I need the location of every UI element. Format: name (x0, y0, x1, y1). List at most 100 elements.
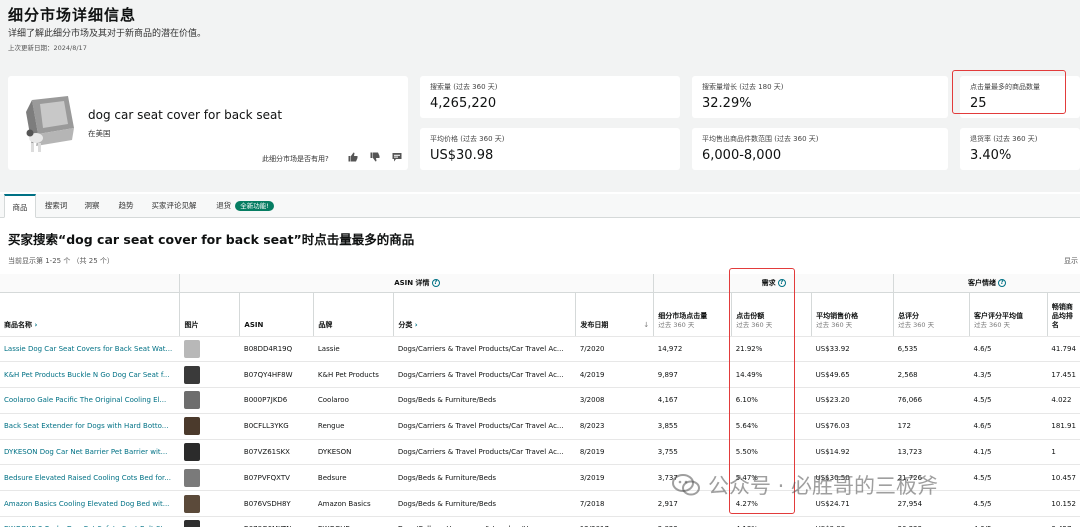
avg-rating-cell: 4.5/5 (969, 490, 1048, 518)
last-updated: 上次更新日期：2024/8/17 (8, 44, 87, 52)
tab-review-insights[interactable]: 买家评论见解 (144, 194, 204, 218)
col-label: 分类 (398, 320, 413, 329)
launch-date-cell: 4/2019 (575, 361, 654, 389)
col-avg-price[interactable]: 平均销售价格 过去 360 天 (811, 292, 894, 337)
metric-value: 25 (970, 96, 987, 111)
col-total-reviews[interactable]: 总评分 过去 360 天 (893, 292, 970, 337)
col-click-share[interactable]: 点击份额 过去 360 天 (731, 292, 812, 337)
table-row[interactable]: Bedsure Elevated Raised Cooling Cots Bed… (0, 464, 1080, 492)
feedback-question: 此细分市场是否有用? (262, 155, 329, 163)
products-table: ASIN 详情? 需求? 客户情绪? 商品名称 › 图片 ASIN 品牌 分类 … (0, 274, 1080, 527)
metric-label: 平均售出商品件数范围 (过去 360 天) (702, 135, 819, 143)
tab-insights[interactable]: 洞察 (76, 194, 108, 218)
click-share-cell: 6.10% (731, 387, 812, 414)
tab-search-terms[interactable]: 搜索词 (38, 194, 74, 218)
col-bsr[interactable]: 畅销商品均排名 (1046, 292, 1080, 337)
product-name-cell[interactable]: BWOGUE 2 Packs Dog Cat Safety Seat Belt … (0, 516, 180, 527)
asin-cell: B0CFLL3YKG (239, 413, 314, 440)
avg-rating-cell: 4.6/5 (969, 516, 1048, 527)
col-avg-rating[interactable]: 客户评分平均值 过去 360 天 (968, 292, 1048, 337)
avg-rating-cell: 4.5/5 (969, 387, 1048, 414)
niche-clicks-cell: 3,755 (653, 439, 732, 466)
col-label: 平均销售价格 (816, 311, 859, 320)
product-thumbnail (183, 365, 200, 384)
col-label: 品牌 (318, 320, 333, 329)
avg-rating-cell: 4.6/5 (969, 336, 1048, 363)
bsr-cell: 181.91 (1047, 413, 1080, 440)
page-description: 详细了解此细分市场及其对于新商品的潜在价值。 (8, 29, 207, 39)
tab-label: 买家评论见解 (151, 201, 197, 210)
product-name-cell[interactable]: Coolaroo Gale Pacific The Original Cooli… (0, 387, 180, 414)
launch-date-cell: 12/2017 (575, 516, 654, 527)
asin-cell: B078G6MKTN (239, 516, 314, 527)
group-label: ASIN 详情 (394, 278, 430, 287)
asin-cell: B08DD4R19Q (239, 336, 314, 363)
tab-label: 退货 (216, 201, 232, 210)
product-image-cell (179, 361, 240, 389)
col-period: 过去 360 天 (816, 320, 853, 329)
product-thumbnail (183, 494, 200, 513)
bsr-cell: 10.457 (1047, 464, 1080, 492)
product-name-cell[interactable]: Bedsure Elevated Raised Cooling Cots Bed… (0, 464, 180, 492)
tab-returns[interactable]: 退货 全新功能! (206, 194, 284, 218)
table-row[interactable]: Lassie Dog Car Seat Covers for Back Seat… (0, 336, 1080, 363)
col-launch-date[interactable]: 发布日期 ↓ (575, 292, 654, 337)
asin-cell: B07PVFQXTV (239, 464, 314, 492)
asin-cell: B076VSDH8Y (239, 490, 314, 518)
tab-products[interactable]: 商品 (4, 194, 36, 218)
launch-date-cell: 3/2019 (575, 464, 654, 492)
product-thumbnail (183, 443, 200, 462)
section-title: 买家搜索“dog car seat cover for back seat”时点… (8, 232, 415, 247)
product-region: 在美国 (88, 129, 111, 138)
niche-clicks-cell: 3,737 (653, 464, 732, 492)
product-name-cell[interactable]: Amazon Basics Cooling Elevated Dog Bed w… (0, 490, 180, 518)
bsr-cell: 3.457 (1047, 516, 1080, 527)
niche-clicks-cell: 3,855 (653, 413, 732, 440)
product-thumbnail (183, 391, 200, 410)
col-product-name[interactable]: 商品名称 › (0, 292, 180, 337)
click-share-cell: 5.47% (731, 464, 812, 492)
table-row[interactable]: BWOGUE 2 Packs Dog Cat Safety Seat Belt … (0, 516, 1080, 527)
col-category[interactable]: 分类 › (393, 292, 576, 337)
products-table-body: Lassie Dog Car Seat Covers for Back Seat… (0, 336, 1080, 527)
product-image-cell (179, 490, 240, 518)
metric-value: 32.29% (702, 96, 752, 111)
product-name-cell[interactable]: DYKESON Dog Car Net Barrier Pet Barrier … (0, 439, 180, 466)
product-name-cell[interactable]: Back Seat Extender for Dogs with Hard Bo… (0, 413, 180, 440)
table-row[interactable]: DYKESON Dog Car Net Barrier Pet Barrier … (0, 439, 1080, 466)
metric-search-growth: 搜索量增长 (过去 180 天) 32.29% (692, 76, 948, 118)
col-label: 商品名称 (4, 320, 32, 329)
comment-icon[interactable] (392, 152, 402, 162)
thumbs-up-icon[interactable] (348, 152, 358, 162)
metric-top-clicked-count: 点击量最多的商品数量 25 (960, 76, 1080, 118)
metric-label: 平均价格 (过去 360 天) (430, 135, 505, 143)
product-name-cell[interactable]: K&H Pet Products Buckle N Go Dog Car Sea… (0, 361, 180, 389)
total-reviews-cell: 13,723 (893, 439, 970, 466)
table-row[interactable]: Amazon Basics Cooling Elevated Dog Bed w… (0, 490, 1080, 518)
table-row[interactable]: K&H Pet Products Buckle N Go Dog Car Sea… (0, 361, 1080, 389)
table-row[interactable]: Coolaroo Gale Pacific The Original Cooli… (0, 387, 1080, 414)
info-icon[interactable]: ? (777, 278, 786, 287)
category-cell: Dogs/Carriers & Travel Products/Car Trav… (393, 336, 576, 363)
col-niche-clicks[interactable]: 细分市场点击量 过去 360 天 (653, 292, 732, 337)
table-row[interactable]: Back Seat Extender for Dogs with Hard Bo… (0, 413, 1080, 440)
metric-label: 搜索量 (过去 360 天) (430, 83, 498, 91)
info-icon[interactable]: ? (431, 278, 440, 287)
metric-label: 搜索量增长 (过去 180 天) (702, 83, 784, 91)
col-brand: 品牌 (313, 292, 394, 337)
chevron-right-icon: › (34, 320, 38, 329)
info-icon[interactable]: ? (998, 278, 1007, 287)
results-count: 当前显示第 1-25 个 （共 25 个） (8, 257, 114, 265)
category-cell: Dogs/Beds & Furniture/Beds (393, 387, 576, 414)
thumbs-down-icon[interactable] (370, 152, 380, 162)
total-reviews-cell: 172 (893, 413, 970, 440)
product-thumbnail (183, 339, 200, 358)
avg-price-cell: US$23.20 (811, 387, 894, 414)
avg-price-cell: US$24.71 (811, 490, 894, 518)
tab-trends[interactable]: 趋势 (110, 194, 142, 218)
display-settings[interactable]: 显示 (1064, 256, 1078, 266)
metric-average-price: 平均价格 (过去 360 天) US$30.98 (420, 128, 680, 170)
sort-icon[interactable]: ↓ (643, 321, 649, 330)
launch-date-cell: 8/2019 (575, 439, 654, 466)
product-name-cell[interactable]: Lassie Dog Car Seat Covers for Back Seat… (0, 336, 180, 363)
